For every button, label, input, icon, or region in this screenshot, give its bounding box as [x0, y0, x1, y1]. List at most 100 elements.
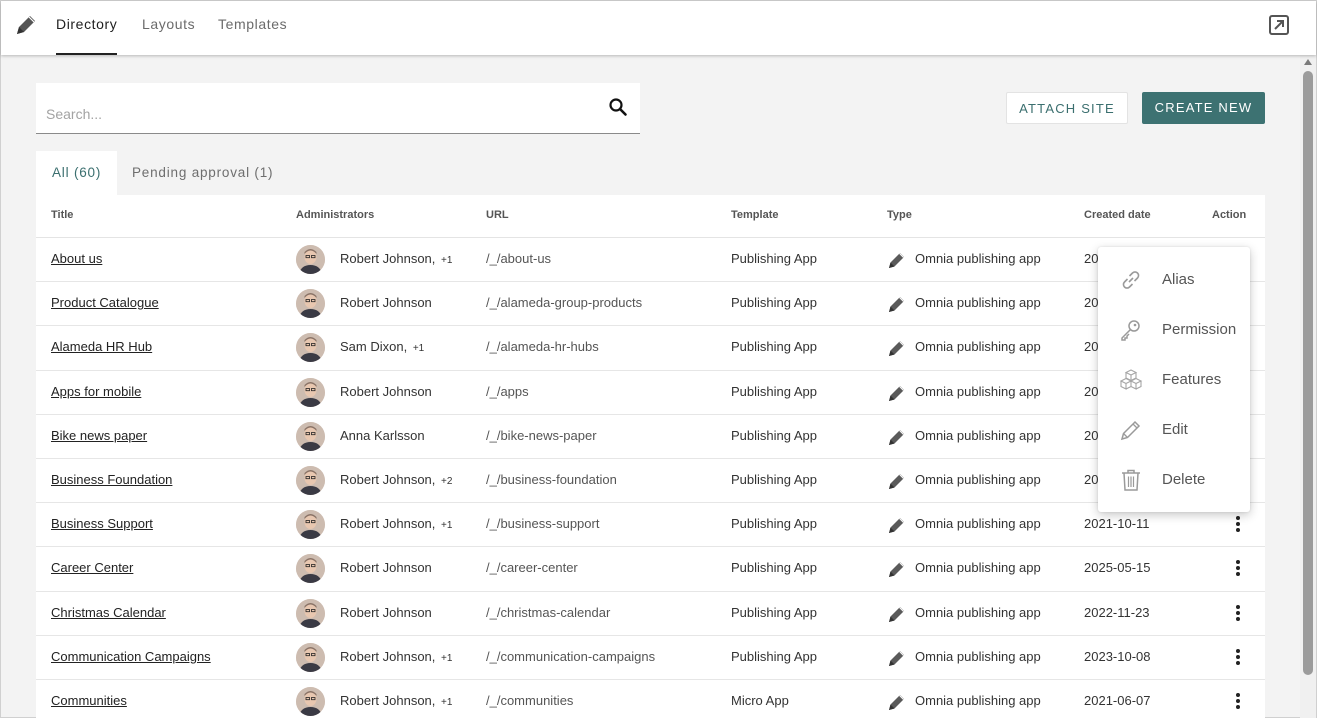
- pencil-type-icon: [889, 694, 904, 710]
- additional-admins-count[interactable]: +1: [441, 653, 452, 664]
- site-title-link[interactable]: Product Catalogue: [51, 295, 159, 310]
- created-date: 2021-10-11: [1084, 516, 1150, 532]
- search-icon[interactable]: [608, 97, 628, 117]
- key-icon: [1121, 320, 1140, 341]
- additional-admins-count[interactable]: +1: [441, 520, 452, 531]
- additional-admins-count[interactable]: +1: [413, 343, 424, 354]
- site-title-link[interactable]: Apps for mobile: [51, 384, 141, 399]
- site-title-link[interactable]: Business Foundation: [51, 472, 172, 487]
- menu-item-delete[interactable]: Delete: [1098, 457, 1250, 503]
- header-url[interactable]: URL: [486, 209, 509, 221]
- administrator-name: Sam Dixon, +1: [340, 339, 425, 355]
- tab-layouts[interactable]: Layouts: [142, 1, 195, 55]
- site-template: Publishing App: [731, 516, 818, 532]
- pencil-type-icon: [889, 253, 904, 268]
- header-title[interactable]: Title: [51, 209, 73, 221]
- additional-admins-count[interactable]: +2: [441, 476, 452, 487]
- top-bar: Directory Layouts Templates: [1, 1, 1316, 55]
- pencil-type-icon: [889, 297, 904, 313]
- menu-item-label: Alias: [1162, 271, 1195, 288]
- administrator-name: Robert Johnson: [340, 383, 432, 399]
- menu-item-alias[interactable]: Alias: [1098, 257, 1250, 303]
- site-title-link[interactable]: Communication Campaigns: [51, 649, 211, 664]
- table-row: Christmas Calendar Robert Johnson /_/chr…: [36, 592, 1265, 636]
- created-date: 2022-11-23: [1084, 604, 1150, 620]
- tab-templates[interactable]: Templates: [218, 1, 287, 55]
- avatar: [296, 686, 325, 716]
- pencil-type-icon: [889, 473, 904, 489]
- app-pencil-icon: [17, 16, 35, 34]
- header-created-date[interactable]: Created date: [1084, 209, 1151, 221]
- site-template: Publishing App: [731, 383, 818, 399]
- site-url: /_/alameda-group-products: [486, 295, 643, 311]
- site-type: Omnia publishing app: [915, 648, 1041, 664]
- table-row: Career Center Robert Johnson /_/career-c…: [36, 547, 1265, 592]
- site-url: /_/apps: [486, 383, 529, 399]
- site-title-link[interactable]: Business Support: [51, 516, 153, 531]
- site-title-link[interactable]: Communities: [51, 693, 127, 708]
- avatar: [296, 465, 325, 495]
- site-url: /_/business-support: [486, 516, 600, 532]
- sites-table: Title Administrators URL Template Type C…: [36, 195, 1265, 718]
- header-template[interactable]: Template: [731, 209, 778, 221]
- site-title-link[interactable]: Career Center: [51, 560, 133, 575]
- pencil-type-icon: [889, 562, 904, 578]
- menu-item-permission[interactable]: Permission: [1098, 307, 1250, 353]
- attach-site-button[interactable]: ATTACH SITE: [1006, 92, 1128, 124]
- site-type: Omnia publishing app: [915, 383, 1041, 399]
- site-template: Publishing App: [731, 471, 818, 487]
- header-type[interactable]: Type: [887, 209, 912, 221]
- table-row: Communication Campaigns Robert Johnson, …: [36, 636, 1265, 680]
- menu-item-features[interactable]: Features: [1098, 357, 1250, 403]
- created-date: 20: [1084, 295, 1099, 311]
- trash-icon: [1122, 469, 1140, 491]
- avatar: [296, 510, 325, 540]
- administrator-name: Robert Johnson: [340, 560, 432, 576]
- site-title-link[interactable]: Bike news paper: [51, 428, 147, 443]
- site-title-link[interactable]: Alameda HR Hub: [51, 339, 152, 354]
- site-url: /_/business-foundation: [486, 471, 617, 487]
- avatar: [296, 333, 325, 363]
- row-actions-kebab-icon[interactable]: [1232, 604, 1244, 625]
- filter-tab-pending[interactable]: Pending approval (1): [116, 151, 289, 195]
- site-type: Omnia publishing app: [915, 427, 1041, 443]
- vertical-scrollbar[interactable]: [1300, 55, 1316, 718]
- create-new-button[interactable]: CREATE NEW: [1142, 92, 1265, 124]
- created-date: 20: [1084, 427, 1099, 443]
- created-date: 20: [1084, 339, 1099, 355]
- administrator-name: Anna Karlsson: [340, 427, 425, 443]
- pencil-type-icon: [889, 606, 904, 622]
- search-input[interactable]: [46, 101, 586, 127]
- site-template: Micro App: [731, 692, 789, 708]
- pencil-type-icon: [889, 650, 904, 666]
- avatar: [296, 421, 325, 451]
- scroll-thumb[interactable]: [1303, 71, 1313, 675]
- filter-tab-all[interactable]: All (60): [36, 151, 118, 195]
- site-title-link[interactable]: Christmas Calendar: [51, 605, 166, 620]
- search-box: [36, 83, 640, 134]
- avatar: [296, 554, 325, 584]
- open-external-icon[interactable]: [1268, 14, 1290, 36]
- scroll-up-arrow-icon[interactable]: [1304, 59, 1312, 65]
- table-row: Communities Robert Johnson, +1 /_/commun…: [36, 680, 1265, 718]
- row-actions-kebab-icon[interactable]: [1232, 692, 1244, 713]
- pencil-type-icon: [889, 385, 904, 401]
- created-date: 20: [1084, 471, 1099, 487]
- additional-admins-count[interactable]: +1: [441, 697, 452, 708]
- row-actions-kebab-icon[interactable]: [1232, 560, 1244, 580]
- site-url: /_/communication-campaigns: [486, 648, 656, 664]
- header-administrators[interactable]: Administrators: [296, 209, 374, 221]
- site-title-link[interactable]: About us: [51, 251, 102, 266]
- avatar: [296, 245, 325, 274]
- tab-directory[interactable]: Directory: [56, 1, 118, 55]
- additional-admins-count[interactable]: +1: [441, 255, 452, 266]
- site-url: /_/about-us: [486, 251, 552, 266]
- pencil-icon: [1120, 420, 1141, 441]
- menu-item-edit[interactable]: Edit: [1098, 407, 1250, 453]
- created-date: 20: [1084, 383, 1099, 399]
- pencil-type-icon: [889, 341, 904, 357]
- created-date: 2021-06-07: [1084, 692, 1151, 708]
- row-actions-kebab-icon[interactable]: [1232, 516, 1244, 536]
- site-type: Omnia publishing app: [915, 516, 1041, 532]
- row-actions-kebab-icon[interactable]: [1232, 648, 1244, 669]
